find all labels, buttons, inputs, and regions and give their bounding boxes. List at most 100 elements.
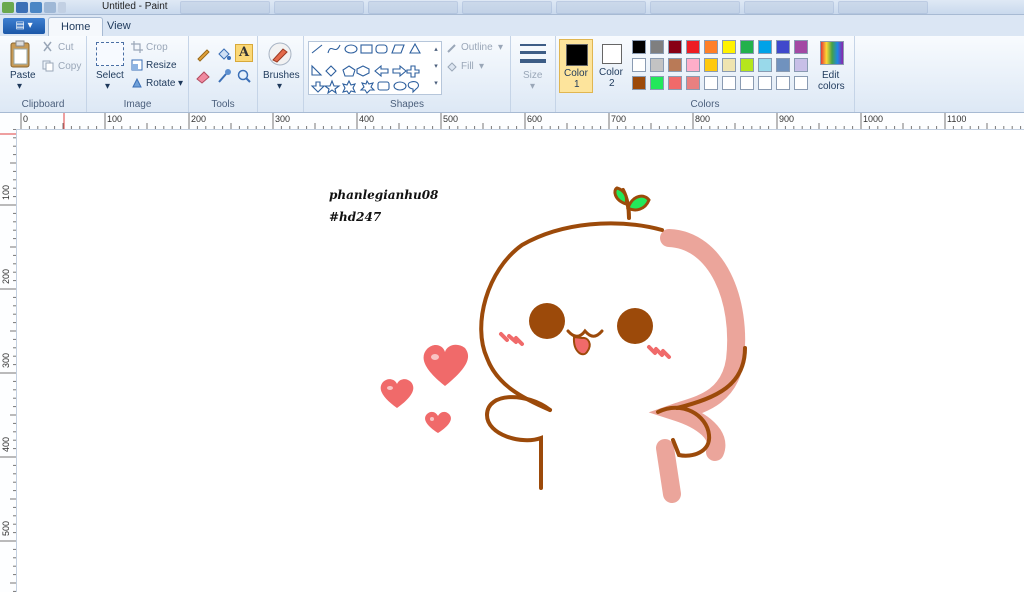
edit-colors-label-1[interactable]: Edit [822,70,839,81]
palette-swatch[interactable] [740,58,754,72]
rotate-icon [131,77,143,92]
palette-swatch[interactable] [776,40,790,54]
palette-swatch[interactable] [668,40,682,54]
palette-swatch[interactable] [704,76,718,90]
edit-colors-icon[interactable] [820,41,844,65]
palette-swatch[interactable] [722,76,736,90]
mouth [566,328,604,338]
palette-swatch[interactable] [686,58,700,72]
ribbon-tab-bar: ▤ ▾ Home View [0,15,1024,37]
shapes-group: ▴ ▾ ▾ Outline ▾ Fill ▾ Shapes [304,36,511,112]
palette-swatch[interactable] [686,76,700,90]
select-icon[interactable] [96,42,124,66]
edit-colors-label-2[interactable]: colors [818,81,845,92]
cut-icon [42,41,54,56]
shapes-group-label: Shapes [390,99,424,110]
select-button[interactable]: Select [96,70,124,81]
outline-dropdown-icon[interactable]: ▾ [498,42,503,53]
ruler-label: 100 [107,114,123,124]
shapes-scroll-icon[interactable]: ▴ ▾ ▾ [432,41,440,93]
drawing-canvas[interactable]: phanlegianhu08 #hd247 [17,130,1024,592]
rotate-button[interactable]: Rotate [146,78,175,89]
paste-icon[interactable] [8,40,34,70]
paint-app-icon[interactable] [2,1,14,13]
color-2-label: Color [599,67,623,78]
window-title: Untitled - Paint [102,1,168,12]
palette-swatch[interactable] [632,58,646,72]
copy-button[interactable]: Copy [58,61,81,72]
rotate-dropdown-icon[interactable]: ▾ [178,78,183,89]
color-1-number: 1 [574,79,580,90]
palette-swatch[interactable] [776,58,790,72]
color-palette [632,40,814,96]
shapes-gallery[interactable] [308,41,442,95]
magnifier-icon[interactable] [236,68,252,84]
color-2-number: 2 [609,78,615,89]
size-button[interactable]: Size [523,70,542,81]
color-picker-icon[interactable] [216,68,232,84]
customize-qat-icon[interactable] [58,1,66,13]
palette-swatch[interactable] [668,58,682,72]
ruler-label: 600 [527,114,543,124]
heart-small [425,411,451,433]
undo-icon[interactable] [30,1,42,13]
palette-swatch[interactable] [794,40,808,54]
eraser-icon[interactable] [195,68,211,84]
save-icon[interactable] [16,1,28,13]
heart-large-shine [431,354,439,360]
palette-swatch[interactable] [776,76,790,90]
outline-button[interactable]: Outline [461,42,493,53]
palette-swatch[interactable] [650,58,664,72]
paint-menu-button[interactable]: ▤ ▾ [3,18,45,34]
palette-swatch[interactable] [686,40,700,54]
palette-swatch[interactable] [650,40,664,54]
palette-swatch[interactable] [704,58,718,72]
palette-swatch[interactable] [758,40,772,54]
ruler-label: 300 [275,114,291,124]
paste-button[interactable]: Paste [10,70,36,81]
ruler-label: 1100 [947,114,967,124]
fill-bucket-icon[interactable] [216,46,232,62]
palette-swatch[interactable] [758,76,772,90]
select-dropdown-icon[interactable]: ▾ [105,81,110,92]
palette-swatch[interactable] [722,58,736,72]
fill-button[interactable]: Fill [461,61,474,72]
vertical-ruler: 100 200 300 400 500 [0,129,17,592]
crop-icon [131,41,143,56]
palette-swatch[interactable] [794,76,808,90]
ruler-label: 500 [443,114,459,124]
redo-icon[interactable] [44,1,56,13]
fill-dropdown-icon[interactable]: ▾ [479,61,484,72]
left-arm [484,395,552,490]
resize-icon [131,59,143,74]
palette-swatch[interactable] [632,76,646,90]
palette-swatch[interactable] [704,40,718,54]
palette-swatch[interactable] [668,76,682,90]
palette-swatch[interactable] [650,76,664,90]
text-tool-icon[interactable]: A [235,44,253,62]
palette-swatch[interactable] [740,76,754,90]
ruler-label: 100 [1,185,11,201]
ruler-label: 0 [23,114,29,124]
heart-small-shine [430,417,434,421]
color-2-button[interactable]: Color 2 [595,39,629,93]
palette-swatch[interactable] [722,40,736,54]
paste-dropdown-icon[interactable]: ▾ [17,81,22,92]
palette-swatch[interactable] [794,58,808,72]
brush-icon[interactable] [267,41,293,67]
resize-button[interactable]: Resize [146,60,177,71]
palette-swatch[interactable] [632,40,646,54]
size-dropdown-icon[interactable]: ▾ [530,81,535,92]
brushes-button[interactable]: Brushes [263,70,300,81]
palette-swatch[interactable] [758,58,772,72]
size-lines-icon[interactable] [519,42,547,68]
crop-button[interactable]: Crop [146,42,168,53]
color-1-swatch [566,44,588,66]
palette-swatch[interactable] [740,40,754,54]
brushes-dropdown-icon[interactable]: ▾ [277,81,282,92]
cut-button[interactable]: Cut [58,42,74,53]
color-1-button[interactable]: Color 1 [559,39,593,93]
tab-view[interactable]: View [95,17,143,36]
pencil-icon[interactable] [195,46,211,62]
shapes-gallery-icons [310,42,421,95]
